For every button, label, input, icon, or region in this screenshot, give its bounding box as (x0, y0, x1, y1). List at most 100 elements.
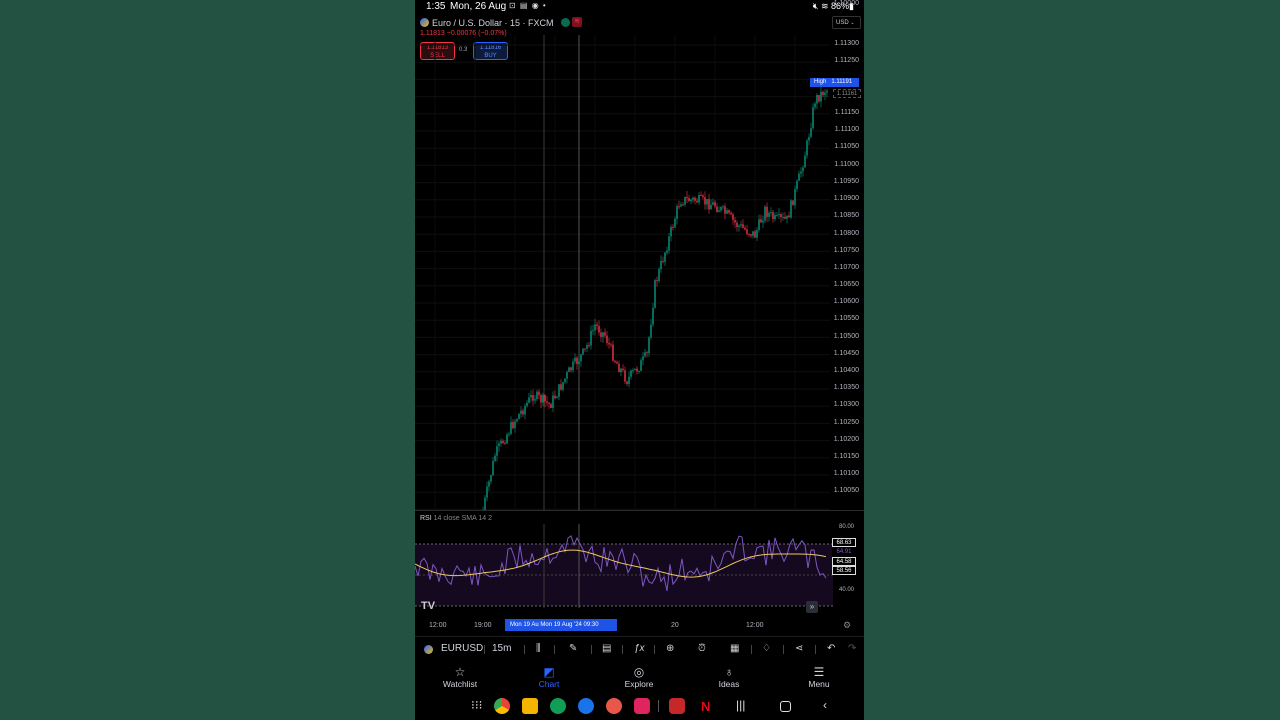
toolbar-separator (591, 645, 592, 654)
candle-body (658, 268, 660, 282)
candle-body (732, 214, 734, 220)
nav-watchlist[interactable]: ☆ Watchlist (430, 665, 490, 689)
candle-body (528, 397, 530, 403)
candle-body (598, 325, 600, 333)
candle-body (748, 233, 750, 235)
time-crosshair-label: Mon 19 Au Mon 19 Aug '24 09:30 (505, 619, 617, 631)
rsi-value-badge: 68.63 (832, 538, 856, 547)
candle-body (566, 372, 568, 379)
candle-body (490, 475, 492, 482)
drawing-pen-icon[interactable]: ✎ (569, 641, 577, 657)
candle-body (680, 204, 682, 207)
nav-chart[interactable]: ◩ Chart (519, 665, 579, 689)
time-tick: 12:00 (746, 622, 764, 629)
candle-body (790, 200, 792, 218)
candle-body (730, 212, 732, 215)
symbol-search-button[interactable]: EURUSD (441, 641, 483, 657)
candle-body (630, 370, 632, 377)
candle-body (716, 206, 718, 213)
candle-body (722, 206, 724, 208)
data-warning-icon[interactable]: ≋ (572, 17, 582, 27)
nav-menu[interactable]: ☰ Menu (789, 665, 849, 689)
pane-divider[interactable] (415, 510, 864, 511)
candle-body (542, 394, 544, 403)
candle-body (678, 206, 680, 208)
netflix-app-icon[interactable]: N (701, 699, 710, 714)
candle-body (802, 167, 804, 172)
candle-body (788, 215, 790, 218)
recent-app-icon[interactable] (669, 698, 685, 714)
rsi-chart[interactable] (415, 524, 833, 608)
price-chart[interactable] (415, 35, 864, 511)
video-app-icon[interactable] (634, 698, 650, 714)
candle-body (734, 219, 736, 223)
app-drawer-icon[interactable]: ⁝⁝⁝ (471, 698, 482, 712)
nav-explore[interactable]: ◎ Explore (609, 665, 669, 689)
symbol-title[interactable]: Euro / U.S. Dollar · 15 · FXCM (432, 18, 554, 28)
candle-body (822, 91, 824, 96)
scroll-to-realtime-button[interactable]: » (806, 601, 818, 613)
candle-body (584, 348, 586, 350)
settings-gear-icon[interactable]: ⚙ (843, 620, 851, 631)
rsi-legend[interactable]: RSI 14 close SMA 14 2 (420, 515, 492, 522)
rsi-tick-40: 40.00 (838, 587, 854, 593)
candle-body (746, 229, 748, 234)
home-button-icon[interactable] (780, 701, 791, 712)
candle-body (504, 443, 506, 445)
candle-body (540, 395, 542, 403)
candle-body (752, 231, 754, 236)
candle-body (742, 224, 744, 228)
price-tick: 1.11250 (834, 57, 859, 64)
candle-body (612, 344, 614, 361)
candle-body (514, 421, 516, 429)
price-tick: 1.11100 (834, 126, 859, 133)
add-plus-icon[interactable]: ⊕ (666, 641, 674, 657)
candle-body (778, 214, 780, 216)
alert-clock-icon[interactable]: ⏰︎ (698, 641, 706, 657)
candle-body (624, 370, 626, 382)
back-button-icon[interactable]: ‹ (823, 698, 827, 712)
candle-body (554, 395, 556, 399)
candle-body (544, 394, 546, 402)
share-icon[interactable]: ⋖ (795, 641, 803, 657)
chevron-down-icon: ⌄ (850, 20, 855, 26)
candle-body (602, 332, 604, 337)
price-tick: 1.10200 (833, 436, 859, 443)
candle-body (620, 368, 622, 373)
candle-body (664, 252, 666, 262)
indicators-fx-icon[interactable]: ƒx (634, 641, 645, 657)
price-tick: 1.10300 (833, 401, 859, 408)
nav-ideas[interactable]: ♁ Ideas (699, 665, 759, 689)
candle-body (518, 413, 520, 420)
candle-body (578, 361, 580, 364)
candle-body (506, 434, 508, 444)
undo-icon[interactable]: ↶ (827, 641, 835, 657)
price-tick: 1.10100 (833, 470, 859, 477)
messages-app-icon[interactable] (578, 698, 594, 714)
rsi-tick-80: 80.00 (838, 524, 854, 530)
chrome-app-icon[interactable] (494, 698, 510, 714)
candle-body (500, 440, 502, 444)
interval-button[interactable]: 15m (492, 641, 511, 657)
recents-button-icon[interactable]: ||| (736, 698, 745, 712)
candle-body (550, 404, 552, 409)
candle-body (626, 381, 628, 384)
candle-type-icon[interactable]: ⫼ (536, 641, 541, 657)
currency-select[interactable]: USD ⌄ (832, 16, 861, 29)
last-price-badge: 1.11161 (833, 89, 861, 98)
price-tick: 1.11150 (834, 109, 859, 116)
price-tick: 1.10150 (833, 453, 859, 460)
contacts-app-icon[interactable] (606, 698, 622, 714)
candle-body (792, 200, 794, 206)
phone-screen: 1:35 Mon, 26 Aug ⊡ ▤ ◉ • 🔇︎ ≋ 86%▮ Euro … (415, 0, 864, 720)
templates-icon[interactable]: ▤ (602, 641, 611, 657)
phone-app-icon[interactable] (550, 698, 566, 714)
candle-body (526, 402, 528, 407)
chart-grid (415, 35, 830, 511)
candle-body (744, 227, 746, 230)
layout-grid-icon[interactable]: ▦ (730, 641, 739, 657)
files-app-icon[interactable] (522, 698, 538, 714)
price-tick: 1.10400 (833, 367, 859, 374)
idea-bulb-icon[interactable]: ♢ (762, 641, 771, 657)
redo-icon[interactable]: ↷ (848, 641, 856, 657)
